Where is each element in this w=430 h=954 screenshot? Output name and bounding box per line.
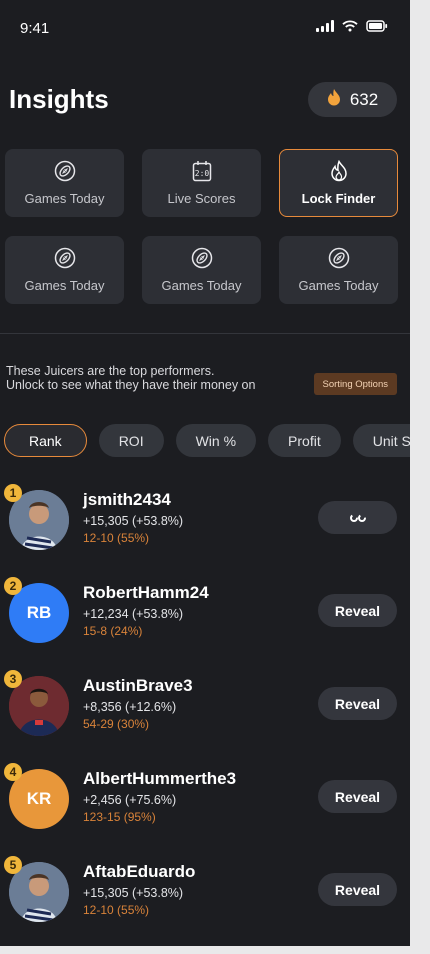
record: 12-10 (55%) [83, 903, 150, 917]
feature-tiles: Games Today 2:0 Live Scores Lock Finder … [5, 149, 398, 304]
tile-label: Lock Finder [301, 191, 376, 206]
chip-profit[interactable]: Profit [268, 424, 341, 457]
chip-rank[interactable]: Rank [4, 424, 87, 457]
username: AlbertHummerthe3 [83, 769, 237, 788]
football-icon [191, 247, 213, 269]
list-item[interactable]: 1 jsmith2434 +15,305 (+53.8%) 12-10 (55%… [0, 484, 410, 577]
points-value: 632 [349, 89, 379, 109]
tile-games-today[interactable]: Games Today [142, 236, 261, 304]
page-title: Insights [9, 84, 109, 114]
avatar-initials: KR [26, 789, 52, 808]
football-icon [328, 247, 350, 269]
reveal-button[interactable]: Reveal [318, 594, 397, 627]
football-icon [54, 247, 76, 269]
reveal-button[interactable]: Reveal [318, 780, 397, 813]
profit: +15,305 (+53.8%) [83, 514, 184, 528]
username: AustinBrave3 [83, 676, 193, 695]
chip-unit-size[interactable]: Unit Size [352, 424, 410, 457]
profit: +15,305 (+53.8%) [83, 886, 184, 900]
tile-label: Games Today [161, 278, 242, 293]
svg-text:2:0: 2:0 [194, 169, 209, 178]
points-badge[interactable]: 632 [308, 82, 397, 117]
tile-games-today[interactable]: Games Today [5, 236, 124, 304]
profit: +2,456 (+75.6%) [83, 793, 177, 807]
flame-icon [330, 160, 348, 182]
chip-win-percent[interactable]: Win % [175, 424, 257, 457]
profit: +8,356 (+12.6%) [83, 700, 177, 714]
chip-roi[interactable]: ROI [98, 424, 164, 457]
rank-badge: 4 [4, 763, 22, 781]
info-text: These Juicers are the top performers. Un… [6, 364, 255, 392]
battery-icon [366, 20, 388, 32]
rank-badge: 3 [4, 670, 22, 688]
rank-badge: 2 [4, 577, 22, 595]
wifi-icon [342, 20, 358, 32]
tile-lock-finder[interactable]: Lock Finder [279, 149, 398, 217]
username: AftabEduardo [83, 862, 196, 881]
record: 12-10 (55%) [83, 531, 150, 545]
reveal-button[interactable]: Reveal [318, 687, 397, 720]
profit: +12,234 (+53.8%) [83, 607, 184, 621]
tile-label: Games Today [24, 278, 105, 293]
status-time: 9:41 [20, 20, 50, 37]
rank-badge: 1 [4, 484, 22, 502]
app-screen: 9:41 Insights 632 Games Today 2:0 Live S… [0, 0, 410, 946]
tile-live-scores[interactable]: 2:0 Live Scores [142, 149, 261, 217]
username: RobertHamm24 [83, 583, 209, 602]
list-item[interactable]: 3 AustinBrave3 +8,356 (+12.6%) 54-29 (30… [0, 670, 410, 763]
rank-badge: 5 [4, 856, 22, 874]
reveal-button[interactable]: Reveal [318, 873, 397, 906]
performers-list: 1 jsmith2434 +15,305 (+53.8%) 12-10 (55%… [0, 484, 410, 946]
tile-games-today[interactable]: Games Today [279, 236, 398, 304]
loading-button[interactable] [318, 501, 397, 534]
record: 54-29 (30%) [83, 717, 150, 731]
avatar-initials: RB [26, 603, 52, 622]
sort-chips: Rank ROI Win % Profit Unit Size [4, 424, 410, 457]
flame-icon [327, 88, 341, 111]
list-item[interactable]: 4 KR AlbertHummerthe3 +2,456 (+75.6%) 12… [0, 763, 410, 856]
tile-games-today[interactable]: Games Today [5, 149, 124, 217]
tile-label: Games Today [24, 191, 105, 206]
scoreboard-icon: 2:0 [192, 160, 212, 182]
tile-label: Live Scores [167, 191, 236, 206]
record: 15-8 (24%) [83, 624, 143, 638]
list-item[interactable]: 2 RB RobertHamm24 +12,234 (+53.8%) 15-8 … [0, 577, 410, 670]
info-line: These Juicers are the top performers. [6, 364, 215, 378]
username: jsmith2434 [83, 490, 171, 509]
sorting-options-button[interactable]: Sorting Options [313, 373, 397, 395]
signal-icon [316, 20, 334, 32]
status-bar: 9:41 [0, 0, 410, 50]
list-item[interactable]: 5 AftabEduardo +15,305 (+53.8%) 12-10 (5… [0, 856, 410, 946]
football-icon [54, 160, 76, 182]
info-line: Unlock to see what they have their money… [6, 378, 256, 392]
tile-label: Games Today [298, 278, 379, 293]
loading-dots-icon [349, 510, 367, 526]
section-divider [0, 333, 410, 334]
record: 123-15 (95%) [83, 810, 156, 824]
